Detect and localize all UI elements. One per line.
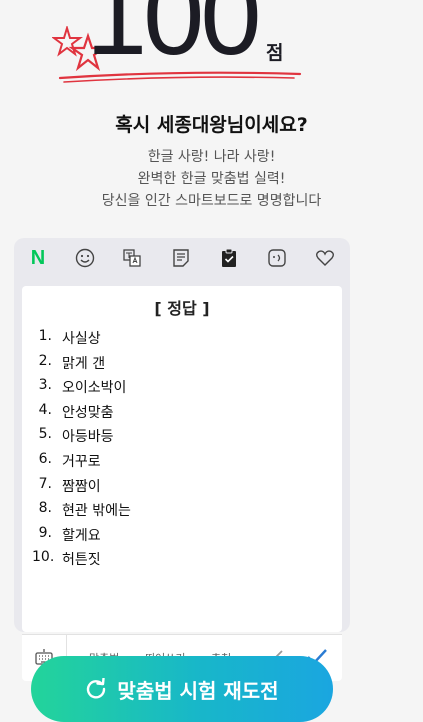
answer-text: 짬짬이 — [62, 478, 101, 495]
list-item: 6. 거꾸로 — [22, 451, 342, 476]
sticker-icon[interactable] — [266, 247, 288, 269]
retry-test-button[interactable]: 맞춤법 시험 재도전 — [31, 656, 333, 722]
keyboard-preview-card: N [ 정답 ] 1. 사실상 2. 맑게 갠 3. 오이소박이 4. 안성맞춤 5. 아… — [14, 238, 350, 681]
answer-number: 10. — [32, 549, 55, 566]
result-line-2: 완벽한 한글 맞춤법 실력! — [137, 171, 286, 187]
keyboard-toolbar: N — [14, 238, 350, 278]
memo-icon[interactable] — [170, 247, 192, 269]
list-item: 3. 오이소박이 — [22, 377, 342, 402]
retry-button-label: 맞춤법 시험 재도전 — [117, 678, 279, 703]
answer-panel: [ 정답 ] 1. 사실상 2. 맑게 갠 3. 오이소박이 4. 안성맞춤 5. 아등바… — [22, 286, 342, 681]
answer-number: 2. — [38, 352, 52, 369]
answer-number: 3. — [38, 377, 52, 394]
answer-number: 1. — [38, 328, 52, 344]
answer-number: 9. — [38, 524, 52, 541]
list-item: 4. 안성맞춤 — [22, 402, 342, 427]
score-underline — [58, 71, 302, 83]
answer-number: 4. — [38, 401, 52, 418]
answer-text: 사실상 — [62, 331, 101, 347]
answer-number: 6. — [38, 450, 52, 467]
clipboard-check-icon[interactable] — [218, 247, 240, 269]
heart-icon[interactable] — [314, 247, 336, 269]
answer-text: 허튼짓 — [62, 552, 101, 569]
list-item: 1. 사실상 — [22, 328, 342, 353]
answer-number: 8. — [38, 500, 52, 517]
answer-text: 할게요 — [62, 527, 101, 544]
emoji-icon[interactable] — [74, 247, 96, 269]
answer-number: 7. — [38, 475, 52, 492]
result-line-1: 한글 사랑! 나라 사랑! — [147, 149, 276, 165]
answer-text: 현관 밖에는 — [62, 503, 131, 520]
answer-title: [ 정답 ] — [154, 299, 210, 318]
refresh-icon — [87, 678, 106, 699]
translate-icon[interactable] — [121, 247, 143, 269]
naver-n-icon[interactable]: N — [27, 247, 49, 269]
list-item: 8. 현관 밖에는 — [22, 500, 342, 525]
answer-text: 거꾸로 — [62, 453, 101, 470]
answer-text: 아등바등 — [62, 429, 114, 446]
list-item: 2. 맑게 갠 — [22, 353, 342, 378]
list-item: 7. 짬짬이 — [22, 476, 342, 501]
naver-logo-letter: N — [30, 246, 46, 269]
answer-list: 1. 사실상 2. 맑게 갠 3. 오이소박이 4. 안성맞춤 5. 아등바등 6. 거꾸로… — [22, 328, 342, 574]
answer-text: 맑게 갠 — [62, 355, 106, 372]
list-item: 10. 허튼짓 — [22, 549, 342, 574]
answer-number: 5. — [38, 426, 52, 443]
result-headline: 혹시 세종대왕님이세요? — [115, 114, 308, 136]
list-item: 5. 아등바등 — [22, 426, 342, 451]
answer-text: 오이소박이 — [62, 380, 127, 397]
score-value: 100 — [86, 0, 262, 78]
list-item: 9. 할게요 — [22, 525, 342, 550]
score-header: 100 점 — [0, 0, 423, 92]
answer-text: 안성맞춤 — [62, 404, 114, 421]
result-line-3: 당신을 인간 스마트보드로 명명합니다 — [101, 193, 322, 209]
score-unit: 점 — [266, 42, 284, 64]
